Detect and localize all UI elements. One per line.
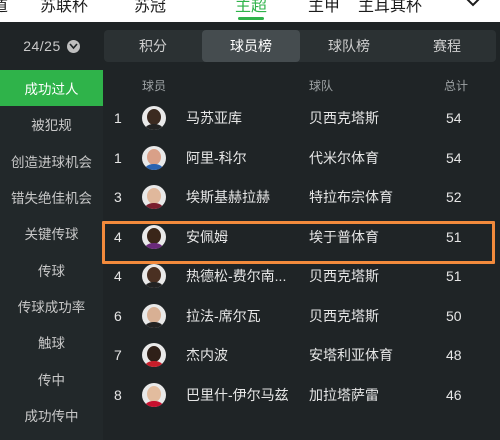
rank-value: 8: [114, 386, 122, 403]
table-row[interactable]: 1 马苏亚库 贝西克塔斯 54: [104, 98, 500, 138]
player-photo-shirt: [143, 124, 165, 130]
player-photo-head: [147, 109, 161, 125]
player-name[interactable]: 拉法-席尔瓦: [186, 296, 310, 336]
sidebar-item-chances-created[interactable]: 创造进球机会: [0, 143, 103, 179]
table-row[interactable]: 6 拉法-席尔瓦 贝西克塔斯 50: [104, 296, 500, 336]
avatar: [142, 224, 166, 249]
player-photo-shirt: [143, 242, 165, 249]
player-photo-head: [147, 385, 161, 402]
active-tab-indicator: [238, 17, 264, 20]
sidebar-item-fouled[interactable]: 被犯规: [0, 106, 103, 142]
total-value: 46: [446, 386, 462, 403]
header-total: 总计: [444, 79, 469, 93]
total-value: 51: [446, 228, 462, 245]
total-value: 54: [446, 149, 462, 166]
player-photo-shirt: [143, 282, 165, 288]
player-name[interactable]: 巴里什-伊尔马兹: [186, 375, 310, 415]
rank-value: 1: [114, 110, 122, 126]
table-header: 球员 球队 总计: [104, 70, 500, 98]
avatar: [142, 185, 166, 209]
tab-schedule[interactable]: 赛程: [398, 30, 496, 62]
total-value: 48: [446, 347, 462, 363]
league-tab-1[interactable]: 苏联杯: [40, 0, 88, 16]
team-name[interactable]: 埃于普体育: [309, 217, 433, 257]
player-photo-head: [147, 227, 161, 244]
table-row[interactable]: 4 安佩姆 埃于普体育 51: [104, 217, 500, 257]
team-name[interactable]: 贝西克塔斯: [309, 98, 433, 138]
rank-value: 3: [114, 189, 122, 205]
team-name[interactable]: 加拉塔萨雷: [309, 375, 433, 415]
stat-category-sidebar: 成功过人 被犯规 创造进球机会 错失绝佳机会 关键传球 传球 传球成功率 触球 …: [0, 70, 103, 440]
header-player: 球员: [142, 79, 167, 93]
player-name[interactable]: 阿里-科尔: [186, 138, 310, 178]
tab-player-ranking[interactable]: 球员榜: [202, 30, 300, 62]
season-label: 24/25: [23, 38, 61, 54]
table-row[interactable]: 4 热德松-费尔南... 贝西克塔斯 51: [104, 256, 500, 296]
player-photo-head: [147, 148, 161, 165]
rank-value: 4: [114, 268, 122, 284]
player-photo-head: [147, 346, 161, 362]
rank-value: 4: [114, 228, 122, 245]
league-tab-0[interactable]: 道: [0, 0, 8, 16]
player-photo-head: [147, 267, 161, 283]
league-tab-4[interactable]: 主甲: [308, 0, 340, 16]
sidebar-item-passes[interactable]: 传球: [0, 251, 103, 287]
avatar: [142, 264, 166, 288]
player-photo-shirt: [143, 321, 165, 328]
avatar: [142, 303, 166, 328]
rank-value: 7: [114, 347, 122, 363]
chevron-down-icon: [66, 39, 80, 53]
player-name[interactable]: 安佩姆: [186, 217, 310, 257]
table-row[interactable]: 3 埃斯基赫拉赫 特拉布宗体育 52: [104, 177, 500, 217]
avatar: [142, 145, 166, 170]
header-team: 球队: [309, 79, 334, 93]
team-name[interactable]: 特拉布宗体育: [309, 177, 433, 217]
player-name[interactable]: 杰内波: [186, 335, 310, 375]
team-name[interactable]: 代米尔体育: [309, 138, 433, 178]
sidebar-item-touches[interactable]: 触球: [0, 324, 103, 360]
player-photo-shirt: [143, 203, 165, 209]
total-value: 54: [446, 110, 462, 126]
avatar: [142, 382, 166, 407]
league-tab-5[interactable]: 主耳其杯: [358, 0, 422, 16]
table-row[interactable]: 8 巴里什-伊尔马兹 加拉塔萨雷 46: [104, 375, 500, 415]
tab-standings[interactable]: 积分: [104, 30, 202, 62]
player-photo-head: [147, 306, 161, 323]
player-photo-shirt: [143, 400, 165, 407]
league-tab-2[interactable]: 苏冠: [134, 0, 166, 16]
sidebar-item-successful-dribbles[interactable]: 成功过人: [0, 70, 103, 107]
total-value: 50: [446, 307, 462, 324]
avatar: [142, 106, 166, 130]
sidebar-item-big-chances-missed[interactable]: 错失绝佳机会: [0, 179, 103, 215]
league-tab-bar: 道 苏联杯 苏冠 主超 主甲 主耳其杯: [0, 0, 500, 22]
team-name[interactable]: 贝西克塔斯: [309, 256, 433, 296]
sidebar-item-crosses[interactable]: 传中: [0, 360, 103, 396]
total-value: 52: [446, 189, 462, 205]
player-name[interactable]: 埃斯基赫拉赫: [186, 177, 310, 217]
sidebar-item-successful-crosses[interactable]: 成功传中: [0, 397, 103, 433]
player-ranking-table: 球员 球队 总计 1 马苏亚库 贝西克塔斯 54 1 阿里-科尔 代米尔体育 54 3 埃斯基赫拉…: [104, 70, 500, 440]
sidebar-item-pass-accuracy[interactable]: 传球成功率: [0, 288, 103, 324]
player-name[interactable]: 热德松-费尔南...: [186, 256, 310, 296]
table-row[interactable]: 7 杰内波 安塔利亚体育 48: [104, 335, 500, 375]
ranking-subtabs: 积分 球员榜 球队榜 赛程: [104, 30, 496, 62]
sidebar-item-key-passes[interactable]: 关键传球: [0, 215, 103, 251]
player-photo-shirt: [143, 163, 165, 170]
team-name[interactable]: 贝西克塔斯: [309, 296, 433, 336]
league-tab-3[interactable]: 主超: [235, 0, 267, 16]
player-name[interactable]: 马苏亚库: [186, 98, 310, 138]
player-photo-head: [147, 188, 161, 204]
player-photo-shirt: [143, 361, 165, 367]
avatar: [142, 343, 166, 367]
team-name[interactable]: 安塔利亚体育: [309, 335, 433, 375]
table-row[interactable]: 1 阿里-科尔 代米尔体育 54: [104, 138, 500, 178]
rank-value: 6: [114, 307, 122, 324]
rank-value: 1: [114, 149, 122, 166]
chevron-down-icon[interactable]: [462, 0, 484, 14]
season-selector[interactable]: 24/25: [0, 22, 103, 70]
total-value: 51: [446, 268, 462, 284]
tab-team-ranking[interactable]: 球队榜: [300, 30, 398, 62]
